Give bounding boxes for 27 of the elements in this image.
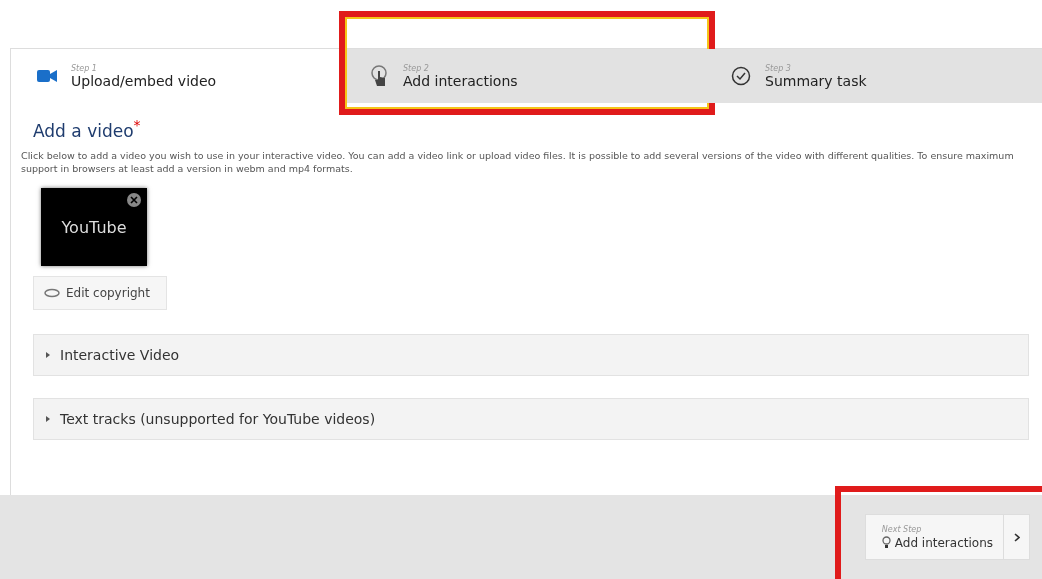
step-tab[interactable]: Step 2 Add interactions xyxy=(345,49,705,103)
accordion-header[interactable]: Interactive Video xyxy=(33,334,1029,377)
remove-icon[interactable] xyxy=(127,193,141,208)
accordion-label: Text tracks (unsupported for YouTube videos) xyxy=(60,411,376,428)
step-number: Step 2 xyxy=(403,63,430,73)
step-number: Step 3 xyxy=(765,63,792,73)
bulb-icon xyxy=(881,536,891,549)
accordion-header[interactable]: Text tracks (unsupported for YouTube videos) xyxy=(33,398,1029,441)
copyright-icon xyxy=(44,288,60,299)
step-tab[interactable]: Step 3 Summary task xyxy=(705,49,1042,103)
step-label: Upload/embed video xyxy=(71,72,217,89)
section-title: Add a video$^{*}$ xyxy=(33,117,141,141)
section-description: Click below to add a video you wish to use in your interactive video. You can add a video link or upload video files. It is possible to add several versions of the video with different qualities. To ensure maximum support in browsers at least add a version in webm and mp4 formats. xyxy=(21,148,1015,177)
check-circle-icon xyxy=(731,66,751,86)
video-thumbnail[interactable]: YouTube xyxy=(41,188,147,267)
thumbnail-label: YouTube xyxy=(61,217,127,237)
next-step-button[interactable]: Next Step Add interactions xyxy=(864,514,1004,560)
accordion-label: Interactive Video xyxy=(60,347,180,364)
step-label: Add interactions xyxy=(403,72,518,89)
edit-copyright-button[interactable]: Edit copyright xyxy=(33,276,167,311)
step-label: Summary task xyxy=(765,72,867,89)
caret-icon xyxy=(46,352,50,359)
step-number: Step 1 xyxy=(71,63,98,73)
chevron-right-icon xyxy=(1013,532,1020,542)
video-camera-icon xyxy=(37,69,57,83)
caret-icon xyxy=(46,416,50,423)
pointer-hand-icon xyxy=(371,65,389,87)
